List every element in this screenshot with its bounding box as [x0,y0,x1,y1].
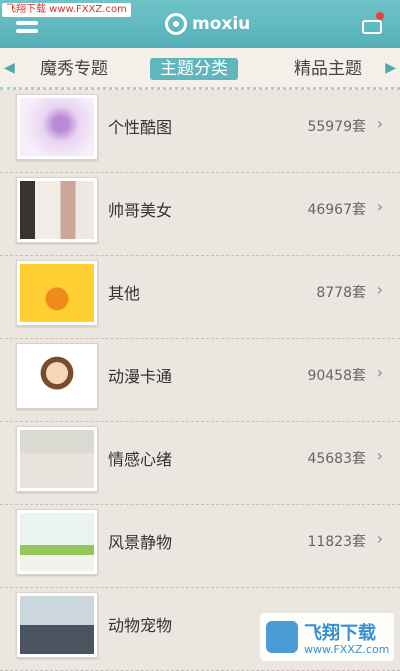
category-count: 55979套 [307,119,366,135]
chevron-right-icon: › [376,280,383,299]
category-thumbnail [16,509,98,575]
category-thumbnail [16,260,98,326]
category-name: 其他 [108,284,141,303]
category-tabs: ◀ 魔秀专题 主题分类 精品主题 ▶ [0,48,400,90]
category-thumbnail [16,343,98,409]
watermark-url: www.FXXZ.com [304,643,390,656]
tray-icon [362,20,382,34]
list-item[interactable]: 动漫卡通 90458套 › [0,339,400,422]
category-thumbnail [16,177,98,243]
top-bar: 飞翔下载 www.FXXZ.com moxiu [0,0,400,48]
list-item[interactable]: 个性酷图 55979套 › [0,90,400,173]
list-item[interactable]: 其他 8778套 › [0,256,400,339]
category-name: 情感心绪 [108,450,173,469]
category-count: 11823套 [307,534,366,550]
tab-featured-themes[interactable]: 精品主题 [284,58,372,80]
category-count: 46967套 [307,202,366,218]
category-name: 动漫卡通 [108,367,173,386]
menu-icon[interactable] [16,13,38,33]
chevron-right-icon: › [376,114,383,133]
list-item[interactable]: 帅哥美女 46967套 › [0,173,400,256]
download-site-watermark: 飞翔下载 www.FXXZ.com [260,613,394,661]
category-name: 动物宠物 [108,616,173,635]
download-logo-icon [266,621,298,653]
tab-special-topics[interactable]: 魔秀专题 [30,58,118,80]
list-item[interactable]: 风景静物 11823套 › [0,505,400,588]
tab-theme-categories[interactable]: 主题分类 [150,58,238,80]
tabs-right-arrow-icon[interactable]: ▶ [385,60,396,76]
app-name: moxiu [192,14,251,34]
category-name: 个性酷图 [108,118,173,137]
category-thumbnail [16,426,98,492]
moxiu-logo-icon [165,13,187,35]
category-count: 45683套 [307,451,366,467]
category-count: 90458套 [307,368,366,384]
category-name: 风景静物 [108,533,173,552]
list-item[interactable]: 情感心绪 45683套 › [0,422,400,505]
chevron-right-icon: › [376,529,383,548]
app-logo: moxiu [165,10,250,38]
category-thumbnail [16,592,98,658]
category-thumbnail [16,94,98,160]
category-list: 个性酷图 55979套 › 帅哥美女 46967套 › 其他 8778套 › 动… [0,90,400,671]
tabs-left-arrow-icon[interactable]: ◀ [4,60,15,76]
chevron-right-icon: › [376,363,383,382]
chevron-right-icon: › [376,446,383,465]
notification-badge [376,12,384,20]
watermark-title: 飞翔下载 [304,623,376,644]
category-name: 帅哥美女 [108,201,173,220]
chevron-right-icon: › [376,197,383,216]
download-box-icon[interactable] [360,12,384,36]
category-count: 8778套 [316,285,366,301]
